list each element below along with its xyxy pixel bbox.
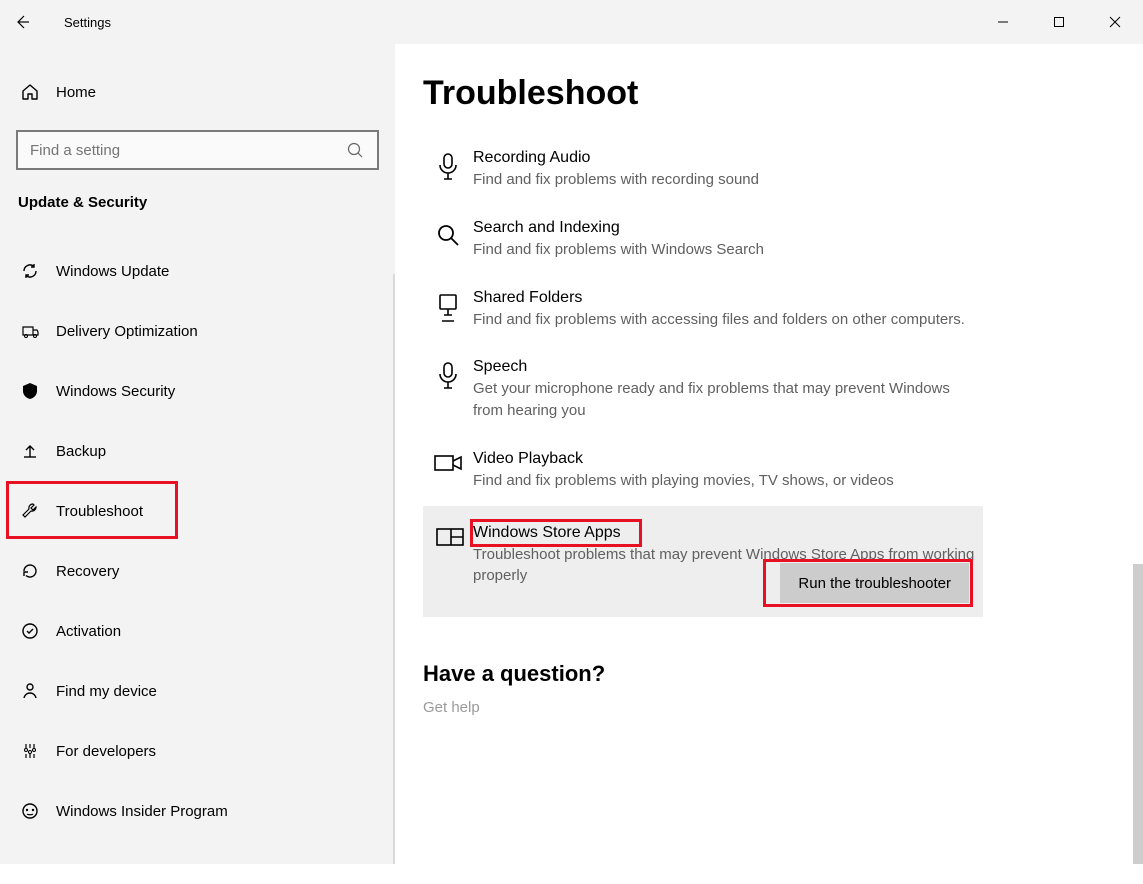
activation-icon (18, 621, 42, 641)
sidebar-item-recovery[interactable]: Recovery (0, 541, 395, 601)
titlebar: Settings (0, 0, 1143, 44)
sidebar-item-troubleshoot[interactable]: Troubleshoot (0, 481, 395, 541)
troubleshooter-title: Recording Audio (473, 149, 983, 167)
developers-icon (18, 741, 42, 761)
find-device-icon (18, 681, 42, 701)
window-title: Settings (44, 15, 111, 30)
backup-icon (18, 441, 42, 461)
sidebar-item-label: Backup (42, 443, 106, 460)
sidebar: Home Update & Security Windows Update (0, 44, 395, 864)
troubleshooter-title: Search and Indexing (473, 219, 983, 237)
troubleshooter-desc: Find and fix problems with Windows Searc… (473, 239, 983, 261)
troubleshooter-recording-audio[interactable]: Recording Audio Find and fix problems wi… (423, 135, 983, 205)
sidebar-item-label: Delivery Optimization (42, 323, 198, 340)
troubleshooter-title: Video Playback (473, 450, 983, 468)
troubleshooter-windows-store-apps[interactable]: Windows Store Apps Troubleshoot problems… (423, 506, 983, 618)
sidebar-item-for-developers[interactable]: For developers (0, 721, 395, 781)
have-a-question-heading: Have a question? (423, 661, 1143, 687)
sidebar-item-activation[interactable]: Activation (0, 601, 395, 661)
troubleshooter-title: Shared Folders (473, 289, 983, 307)
search-input[interactable] (18, 142, 333, 159)
sidebar-item-delivery-optimization[interactable]: Delivery Optimization (0, 301, 395, 361)
troubleshooter-desc: Get your microphone ready and fix proble… (473, 378, 983, 422)
search-icon (423, 219, 473, 261)
sidebar-item-backup[interactable]: Backup (0, 421, 395, 481)
main-scrollbar[interactable] (1133, 64, 1143, 884)
sidebar-item-label: Windows Update (42, 263, 169, 280)
sidebar-item-label: Find my device (42, 683, 157, 700)
sidebar-category: Update & Security (0, 194, 395, 231)
sidebar-item-label: Troubleshoot (42, 503, 143, 520)
troubleshooter-search-indexing[interactable]: Search and Indexing Find and fix problem… (423, 205, 983, 275)
sidebar-nav: Windows Update Delivery Optimization Win… (0, 231, 395, 841)
sync-icon (18, 261, 42, 281)
sidebar-item-find-my-device[interactable]: Find my device (0, 661, 395, 721)
scrollbar-thumb[interactable] (1133, 564, 1143, 864)
back-button[interactable] (0, 0, 44, 44)
get-help-link[interactable]: Get help (423, 699, 1143, 716)
troubleshooter-video-playback[interactable]: Video Playback Find and fix problems wit… (423, 436, 983, 506)
sidebar-item-label: For developers (42, 743, 156, 760)
search-icon (333, 141, 377, 159)
store-apps-icon (423, 524, 473, 588)
troubleshooter-title: Windows Store Apps (473, 524, 621, 542)
sidebar-item-windows-update[interactable]: Windows Update (0, 241, 395, 301)
troubleshooter-title: Speech (473, 358, 983, 376)
wrench-icon (18, 501, 42, 521)
page-title: Troubleshoot (423, 74, 1143, 113)
main-content: Troubleshoot Recording Audio Find and fi… (395, 44, 1143, 864)
close-button[interactable] (1087, 0, 1143, 44)
shared-folders-icon (423, 289, 473, 331)
sidebar-item-windows-security[interactable]: Windows Security (0, 361, 395, 421)
search-box[interactable] (16, 130, 379, 170)
maximize-button[interactable] (1031, 0, 1087, 44)
troubleshooter-desc: Find and fix problems with playing movie… (473, 470, 983, 492)
troubleshooter-speech[interactable]: Speech Get your microphone ready and fix… (423, 344, 983, 436)
microphone-icon (423, 149, 473, 191)
sidebar-home[interactable]: Home (0, 70, 395, 114)
home-icon (18, 82, 42, 102)
run-troubleshooter-button[interactable]: Run the troubleshooter (780, 563, 969, 603)
recovery-icon (18, 561, 42, 581)
troubleshooter-shared-folders[interactable]: Shared Folders Find and fix problems wit… (423, 275, 983, 345)
video-icon (423, 450, 473, 492)
microphone-icon (423, 358, 473, 422)
sidebar-item-label: Windows Insider Program (42, 803, 228, 820)
troubleshooter-desc: Find and fix problems with accessing fil… (473, 309, 983, 331)
sidebar-item-windows-insider[interactable]: Windows Insider Program (0, 781, 395, 841)
shield-icon (18, 381, 42, 401)
sidebar-home-label: Home (42, 84, 96, 101)
minimize-button[interactable] (975, 0, 1031, 44)
sidebar-item-label: Windows Security (42, 383, 175, 400)
insider-icon (18, 801, 42, 821)
troubleshooter-desc: Find and fix problems with recording sou… (473, 169, 983, 191)
sidebar-item-label: Recovery (42, 563, 119, 580)
troubleshooter-list: Recording Audio Find and fix problems wi… (423, 135, 983, 617)
sidebar-item-label: Activation (42, 623, 121, 640)
delivery-icon (18, 321, 42, 341)
